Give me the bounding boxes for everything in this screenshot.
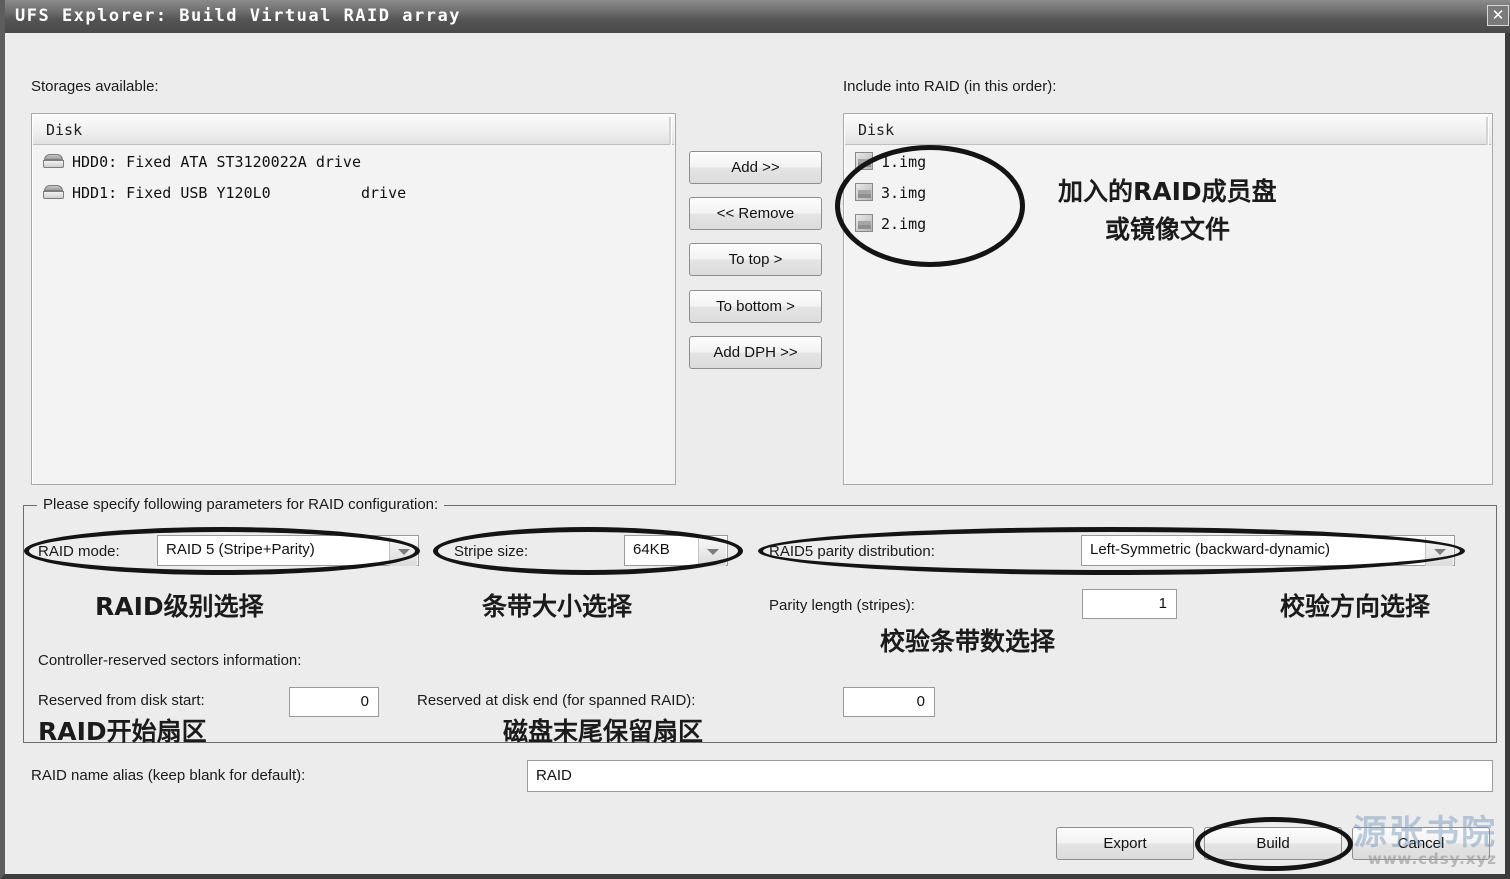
storages-list-header: Disk [33, 115, 674, 145]
stripe-size-label: Stripe size: [454, 543, 529, 560]
parity-distribution-label: RAID5 parity distribution: [769, 543, 935, 560]
remove-button[interactable]: << Remove [689, 197, 822, 230]
column-separator[interactable] [1486, 117, 1489, 145]
raid-mode-value: RAID 5 (Stripe+Parity) [166, 541, 315, 558]
list-item-label: HDD0: Fixed ATA ST3120022A drive [72, 152, 361, 171]
include-into-raid-label: Include into RAID (in this order): [843, 78, 1057, 95]
title-bar[interactable]: UFS Explorer: Build Virtual RAID array ✕ [5, 0, 1510, 33]
list-item-label: 1.img [881, 152, 927, 171]
build-virtual-raid-dialog: UFS Explorer: Build Virtual RAID array ✕… [0, 0, 1510, 879]
list-item[interactable]: HDD0: Fixed ATA ST3120022A drive [33, 146, 674, 177]
storages-column-disk: Disk [46, 121, 83, 139]
to-bottom-button[interactable]: To bottom > [689, 290, 822, 323]
annotation-raid-start: RAID开始扇区 [38, 717, 207, 746]
reserved-at-end-input[interactable]: 0 [843, 687, 935, 717]
chevron-down-icon[interactable] [698, 537, 726, 566]
list-item[interactable]: HDD1: Fixed USB Y120L0 drive [33, 177, 674, 208]
list-item-label: HDD1: Fixed USB Y120L0 drive [72, 183, 407, 202]
add-button[interactable]: Add >> [689, 151, 822, 184]
annotation-stripe-size: 条带大小选择 [482, 592, 633, 621]
parity-length-input[interactable]: 1 [1082, 589, 1177, 619]
reserved-at-end-label: Reserved at disk end (for spanned RAID): [417, 692, 696, 709]
raid-mode-select[interactable]: RAID 5 (Stripe+Parity) [157, 535, 419, 566]
hard-drive-icon [43, 154, 65, 169]
raid-parameters-title: Please specify following parameters for … [37, 496, 445, 513]
chevron-down-icon[interactable] [389, 537, 417, 566]
cancel-button[interactable]: Cancel [1352, 827, 1490, 860]
annotation-parity-direction: 校验方向选择 [1280, 592, 1431, 621]
stripe-size-value: 64KB [633, 541, 670, 558]
annotation-raid-members-2: 或镜像文件 [1105, 215, 1231, 244]
disk-image-file-icon [855, 214, 875, 233]
build-button[interactable]: Build [1204, 827, 1342, 860]
storages-available-list[interactable]: Disk HDD0: Fixed ATA ST3120022A drive HD… [31, 113, 676, 485]
parity-distribution-select[interactable]: Left-Symmetric (backward-dynamic) [1081, 535, 1455, 566]
reserved-from-start-input[interactable]: 0 [289, 687, 379, 717]
hard-drive-icon [43, 185, 65, 200]
add-dph-button[interactable]: Add DPH >> [689, 336, 822, 369]
annotation-disk-end: 磁盘末尾保留扇区 [503, 717, 704, 746]
raid-name-alias-label: RAID name alias (keep blank for default)… [31, 767, 306, 784]
raid-members-list-header: Disk [845, 115, 1491, 145]
window-title: UFS Explorer: Build Virtual RAID array [15, 6, 461, 26]
disk-image-file-icon [855, 152, 875, 171]
raid-name-alias-input[interactable]: RAID [527, 760, 1493, 792]
parity-distribution-value: Left-Symmetric (backward-dynamic) [1090, 541, 1331, 558]
annotation-raid-members: 加入的RAID成员盘 [1058, 177, 1277, 206]
chevron-down-icon[interactable] [1425, 537, 1453, 566]
raid-members-column-disk: Disk [858, 121, 895, 139]
storages-list-body: HDD0: Fixed ATA ST3120022A drive HDD1: F… [33, 146, 674, 483]
annotation-parity-stripes: 校验条带数选择 [880, 627, 1056, 656]
raid-members-list[interactable]: Disk 1.img 3.img 2.img [843, 113, 1493, 485]
storages-available-label: Storages available: [31, 78, 159, 95]
list-item-label: 3.img [881, 183, 927, 202]
column-separator[interactable] [669, 117, 672, 145]
parity-length-label: Parity length (stripes): [769, 597, 915, 614]
reserved-from-start-label: Reserved from disk start: [38, 692, 205, 709]
disk-image-file-icon [855, 183, 875, 202]
controller-reserved-label: Controller-reserved sectors information: [38, 652, 302, 669]
raid-mode-label: RAID mode: [38, 543, 120, 560]
list-item-label: 2.img [881, 214, 927, 233]
stripe-size-select[interactable]: 64KB [624, 535, 728, 566]
annotation-raid-level: RAID级别选择 [95, 592, 264, 621]
export-button[interactable]: Export [1056, 827, 1194, 860]
close-icon[interactable]: ✕ [1487, 5, 1509, 26]
to-top-button[interactable]: To top > [689, 243, 822, 276]
